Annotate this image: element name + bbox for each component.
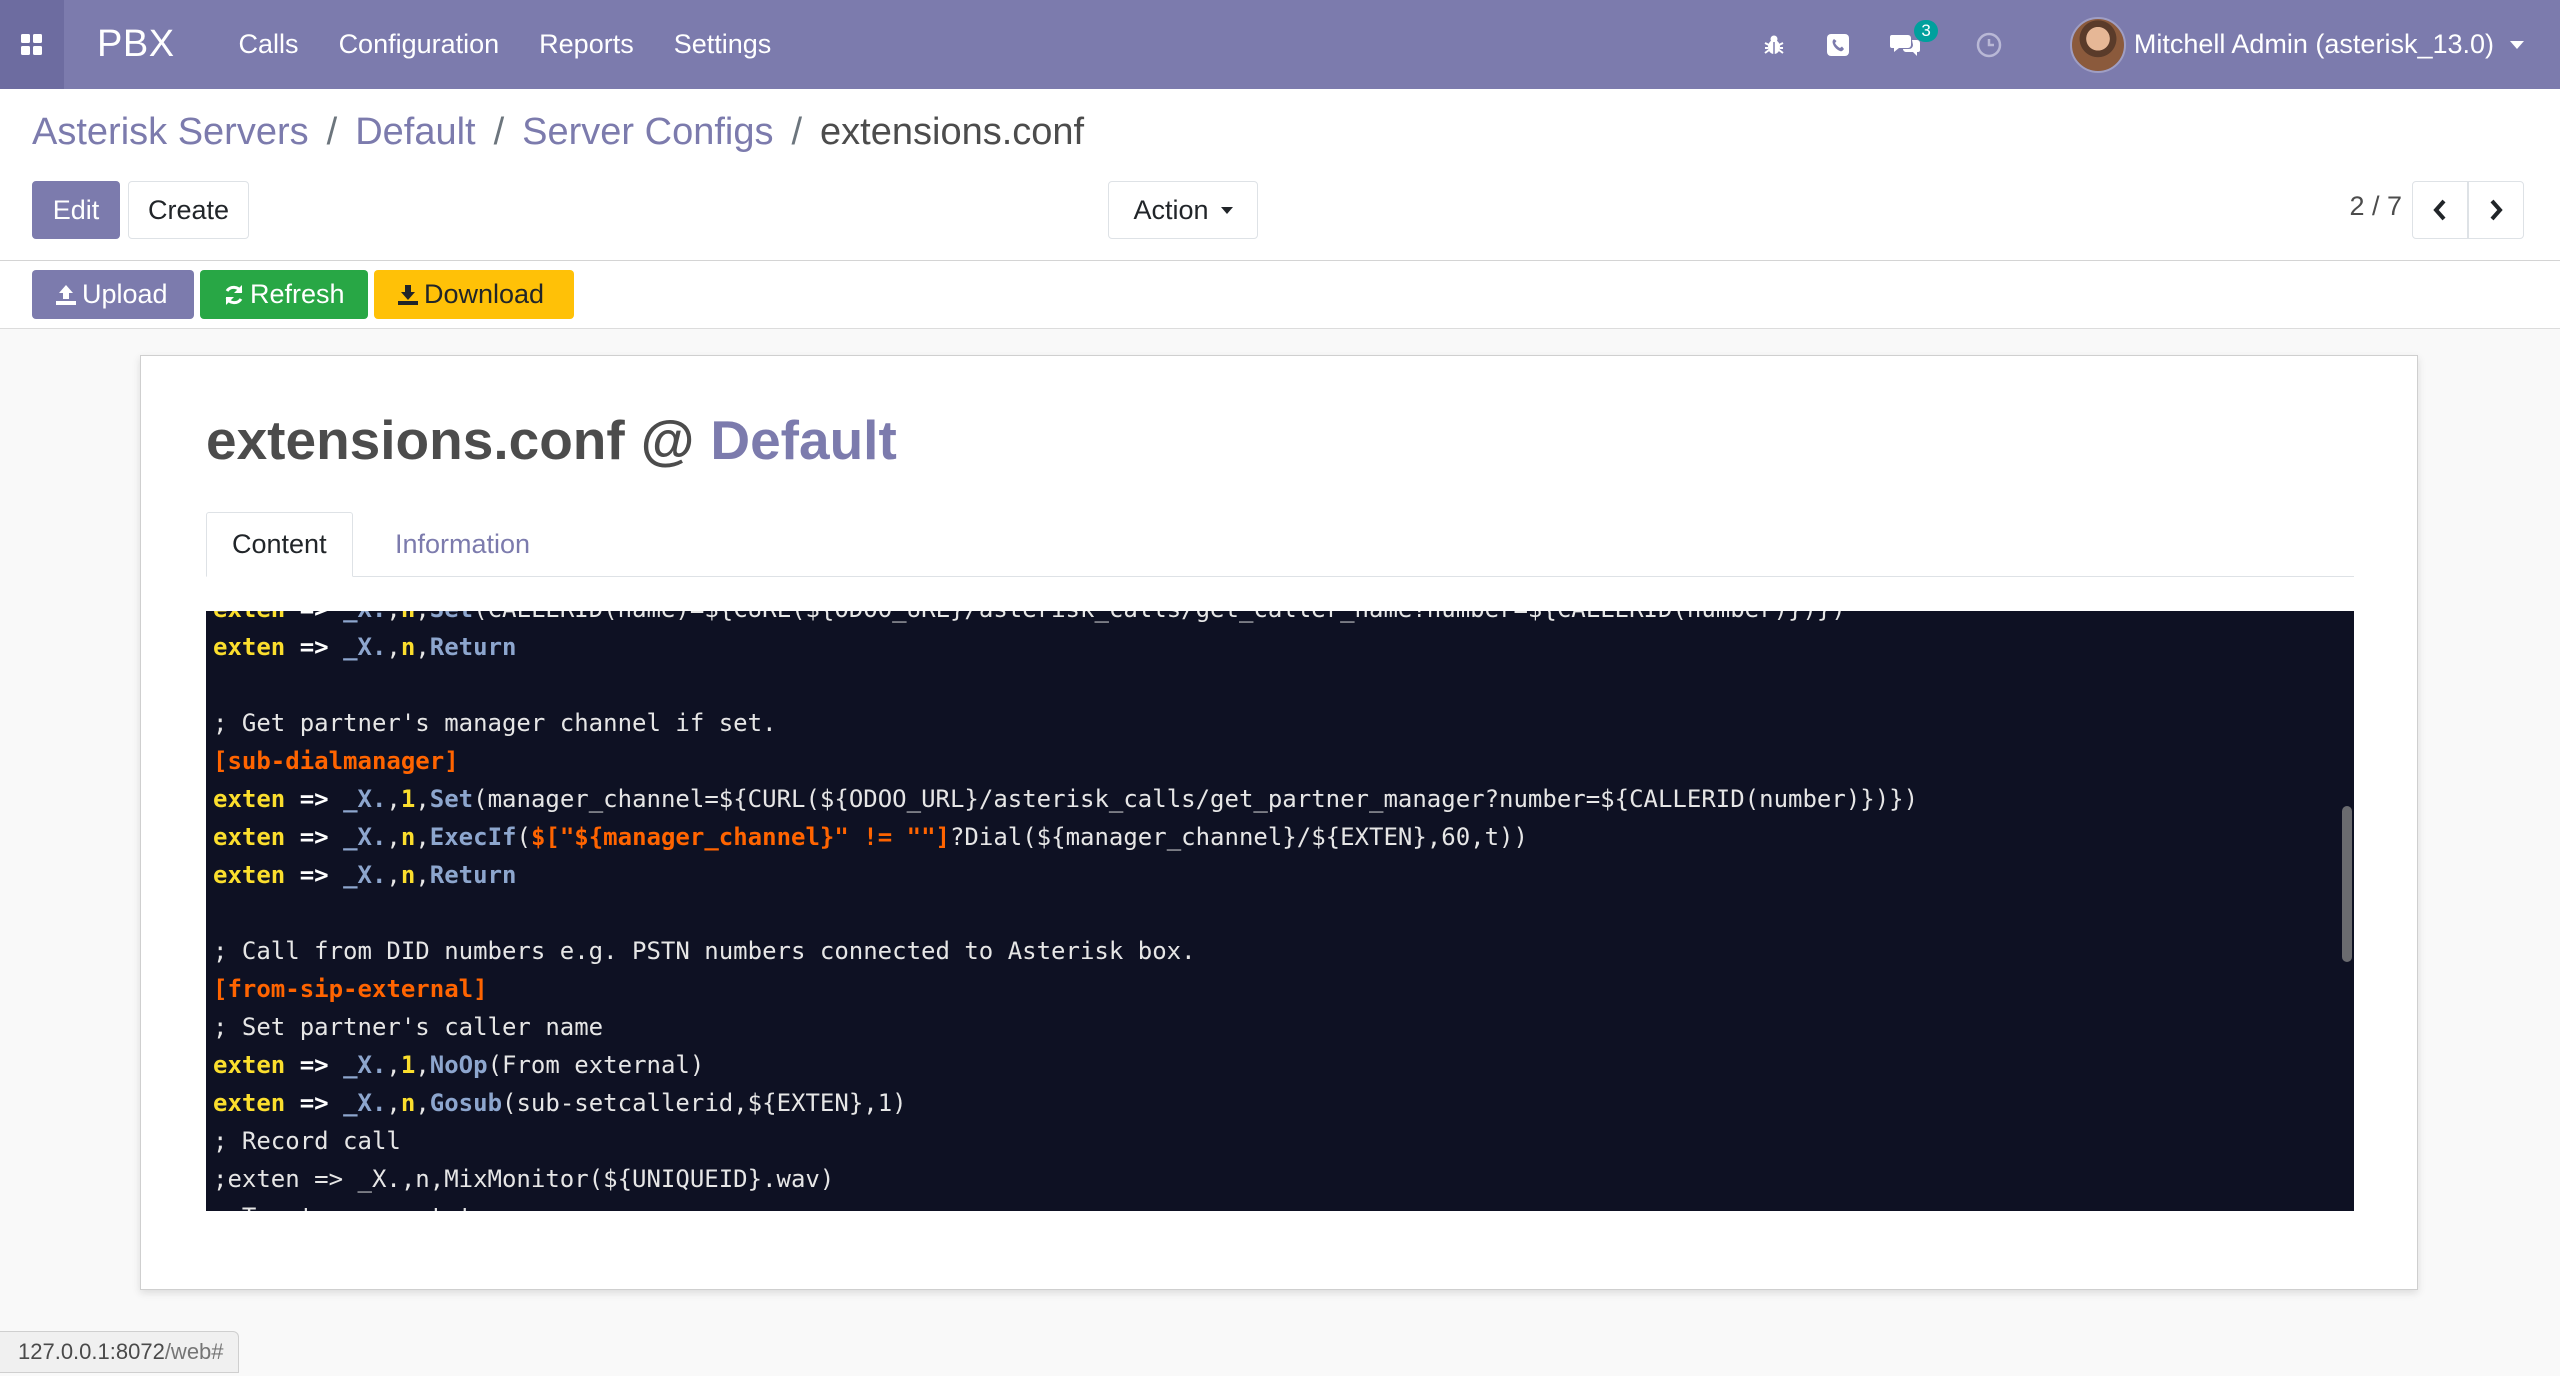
pager-previous-button[interactable] xyxy=(2412,181,2468,239)
control-panel: Asterisk Servers / Default / Server Conf… xyxy=(0,89,2560,261)
download-icon xyxy=(398,284,418,305)
app-brand[interactable]: PBX xyxy=(97,23,175,66)
form-statusbar: Upload Refresh Download xyxy=(0,261,2560,329)
menu-reports[interactable]: Reports xyxy=(539,29,634,60)
code-editor[interactable]: exten => _X.,n,Set(CALLERID(name)=${CURL… xyxy=(206,611,2354,1211)
user-avatar[interactable] xyxy=(2069,16,2126,73)
chevron-left-icon xyxy=(2433,199,2446,221)
breadcrumb-separator: / xyxy=(326,111,338,153)
code-line: [sub-dialmanager] xyxy=(213,747,459,775)
chevron-right-icon xyxy=(2490,199,2503,221)
menu-configuration[interactable]: Configuration xyxy=(339,29,500,60)
record-title-name: extensions.conf xyxy=(206,409,625,471)
code-line: exten => _X.,n,ExecIf($["${manager_chann… xyxy=(213,823,1528,851)
code-line: exten => _X.,1,Set(manager_channel=${CUR… xyxy=(213,785,1919,813)
navbar-systray: 3 Mitchell Admin (asterisk_13.0) xyxy=(1732,0,2560,89)
code-line: ; Set partner's caller name xyxy=(213,1013,604,1041)
tab-content[interactable]: Content xyxy=(206,512,353,577)
breadcrumb: Asterisk Servers / Default / Server Conf… xyxy=(32,111,1084,154)
caret-down-icon xyxy=(1220,206,1233,214)
breadcrumb-separator: / xyxy=(791,111,803,153)
code-line: ; Try to connect to manager xyxy=(213,1198,1918,1211)
form-sheet: extensions.conf @ Default Content Informat… xyxy=(140,355,2418,1290)
action-dropdown[interactable]: Action xyxy=(1108,181,1258,239)
edit-button[interactable]: Edit xyxy=(32,181,120,239)
status-url-host: 127.0.0.1:8072 xyxy=(18,1339,165,1364)
grid-icon xyxy=(21,33,42,55)
pager-value[interactable]: 2 / 7 xyxy=(2349,191,2402,222)
editor-scrollbar[interactable] xyxy=(2342,806,2352,962)
code-line: exten => _X.,1,NoOp(From external) xyxy=(213,1051,705,1079)
create-button[interactable]: Create xyxy=(128,181,249,239)
code-line: ; Record call xyxy=(213,1127,401,1155)
record-title: extensions.conf @ Default xyxy=(206,408,897,472)
code-line: ;exten => _X.,n,MixMonitor(${UNIQUEID}.w… xyxy=(213,1165,835,1193)
status-url: 127.0.0.1:8072/web# xyxy=(0,1331,239,1373)
record-server-link[interactable]: Default xyxy=(710,409,896,471)
pager-next-button[interactable] xyxy=(2468,181,2524,239)
messages-count-badge: 3 xyxy=(1914,19,1938,42)
app-menu-button[interactable] xyxy=(0,0,64,89)
user-menu-name[interactable]: Mitchell Admin (asterisk_13.0) xyxy=(2134,29,2494,60)
upload-icon xyxy=(56,284,76,305)
breadcrumb-separator: / xyxy=(493,111,505,153)
breadcrumb-server-configs[interactable]: Server Configs xyxy=(522,111,773,154)
status-url-path: /web# xyxy=(164,1339,224,1364)
chevron-down-icon[interactable] xyxy=(2510,40,2524,49)
code-line: exten => _X.,n,Set(CALLERID(name)=${CURL… xyxy=(213,611,1918,628)
breadcrumb-default[interactable]: Default xyxy=(355,111,475,154)
download-label: Download xyxy=(424,279,545,309)
record-title-at: @ xyxy=(640,409,695,471)
download-button[interactable]: Download xyxy=(374,270,574,319)
breadcrumb-asterisk-servers[interactable]: Asterisk Servers xyxy=(32,111,309,154)
action-dropdown-label: Action xyxy=(1133,194,1209,225)
activity-clock-icon[interactable] xyxy=(1976,32,2002,58)
notebook-tabs: Content Information xyxy=(206,512,2354,577)
top-navbar: PBX Calls Configuration Reports Settings… xyxy=(0,0,2560,89)
code-line: exten => _X.,n,Gosub(sub-setcallerid,${E… xyxy=(213,1089,907,1117)
menu-calls[interactable]: Calls xyxy=(239,29,299,60)
code-line: ; Call from DID numbers e.g. PSTN number… xyxy=(213,937,1196,965)
breadcrumb-current: extensions.conf xyxy=(820,111,1085,153)
refresh-icon xyxy=(225,284,243,305)
refresh-label: Refresh xyxy=(250,279,345,309)
debug-bug-icon[interactable] xyxy=(1762,33,1786,57)
code-editor-content[interactable]: exten => _X.,n,Set(CALLERID(name)=${CURL… xyxy=(213,611,1918,1211)
menu-settings[interactable]: Settings xyxy=(674,29,772,60)
tab-information[interactable]: Information xyxy=(370,512,555,576)
refresh-button[interactable]: Refresh xyxy=(200,270,368,319)
code-line: ; Get partner's manager channel if set. xyxy=(213,709,777,737)
code-line: [from-sip-external] xyxy=(213,975,488,1003)
upload-label: Upload xyxy=(82,279,168,309)
code-line: exten => _X.,n,Return xyxy=(213,861,517,889)
upload-button[interactable]: Upload xyxy=(32,270,194,319)
phone-icon[interactable] xyxy=(1826,33,1850,57)
code-line: exten => _X.,n,Return xyxy=(213,633,517,661)
messages-icon[interactable]: 3 xyxy=(1889,19,1938,58)
